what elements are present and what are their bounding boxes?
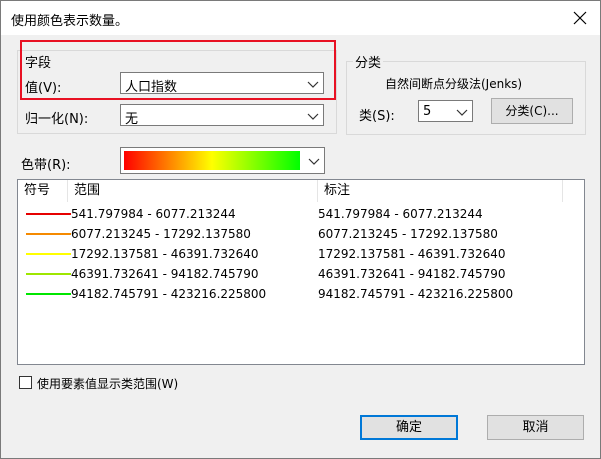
color-ramp-select[interactable] bbox=[120, 147, 325, 174]
close-icon bbox=[573, 11, 587, 25]
classification-method: 自然间断点分级法(Jenks) bbox=[385, 77, 523, 91]
normalize-selected: 无 bbox=[125, 112, 139, 127]
label-cell: 17292.137581 - 46391.732640 bbox=[318, 247, 506, 261]
classification-group-label: 分类 bbox=[353, 52, 384, 71]
color-quantity-dialog: 使用颜色表示数量。 字段 值(V): 人口指数 归一化(N): 无 分类 自然间… bbox=[0, 0, 601, 459]
color-ramp-label: 色带(R): bbox=[21, 158, 71, 173]
column-header-symbol[interactable]: 符号 bbox=[18, 180, 68, 202]
label-cell: 94182.745791 - 423216.225800 bbox=[318, 287, 514, 301]
table-row[interactable]: 94182.745791 - 423216.225800 94182.745791… bbox=[18, 284, 584, 304]
range-cell: 46391.732641 - 94182.745790 bbox=[71, 267, 259, 281]
table-row[interactable]: 6077.213245 - 17292.137580 6077.213245 - … bbox=[18, 224, 584, 244]
ok-button[interactable]: 确定 bbox=[360, 415, 458, 440]
color-ramp-swatch bbox=[124, 151, 300, 170]
chevron-down-icon bbox=[456, 109, 468, 116]
symbol-line-swatch[interactable] bbox=[26, 213, 71, 215]
table-row[interactable]: 17292.137581 - 46391.732640 17292.137581 … bbox=[18, 244, 584, 264]
symbol-line-swatch[interactable] bbox=[26, 273, 71, 275]
window-title: 使用颜色表示数量。 bbox=[11, 14, 129, 29]
symbol-line-swatch[interactable] bbox=[26, 233, 71, 235]
column-header-filler bbox=[563, 180, 584, 202]
use-feature-values-label: 使用要素值显示类范围(W) bbox=[37, 377, 179, 391]
label-cell: 46391.732641 - 94182.745790 bbox=[318, 267, 506, 281]
symbol-class-list[interactable]: 符号 范围 标注 541.797984 - 6077.213244 541.797… bbox=[17, 179, 585, 365]
table-row[interactable]: 46391.732641 - 94182.745790 46391.732641 … bbox=[18, 264, 584, 284]
cancel-button[interactable]: 取消 bbox=[487, 415, 584, 440]
use-feature-values-checkbox[interactable] bbox=[19, 376, 32, 389]
title-bar: 使用颜色表示数量。 bbox=[1, 1, 600, 35]
range-cell: 17292.137581 - 46391.732640 bbox=[71, 247, 259, 261]
classes-label: 类(S): bbox=[359, 109, 395, 124]
classes-selected: 5 bbox=[423, 104, 432, 119]
normalize-select[interactable]: 无 bbox=[120, 104, 324, 127]
label-cell: 541.797984 - 6077.213244 bbox=[318, 207, 483, 221]
classify-button[interactable]: 分类(C)... bbox=[491, 98, 573, 124]
table-row[interactable]: 541.797984 - 6077.213244 541.797984 - 607… bbox=[18, 204, 584, 224]
range-cell: 6077.213245 - 17292.137580 bbox=[71, 227, 251, 241]
normalize-label: 归一化(N): bbox=[25, 112, 89, 127]
label-cell: 6077.213245 - 17292.137580 bbox=[318, 227, 498, 241]
symbol-line-swatch[interactable] bbox=[26, 253, 71, 255]
classes-select[interactable]: 5 bbox=[418, 100, 473, 122]
chevron-down-icon bbox=[308, 158, 320, 165]
column-header-label[interactable]: 标注 bbox=[318, 180, 563, 202]
range-cell: 541.797984 - 6077.213244 bbox=[71, 207, 236, 221]
highlight-box bbox=[20, 40, 336, 100]
close-button[interactable] bbox=[567, 5, 593, 31]
range-cell: 94182.745791 - 423216.225800 bbox=[71, 287, 267, 301]
chevron-down-icon bbox=[307, 113, 319, 120]
column-header-range[interactable]: 范围 bbox=[68, 180, 318, 202]
symbol-line-swatch[interactable] bbox=[26, 293, 71, 295]
